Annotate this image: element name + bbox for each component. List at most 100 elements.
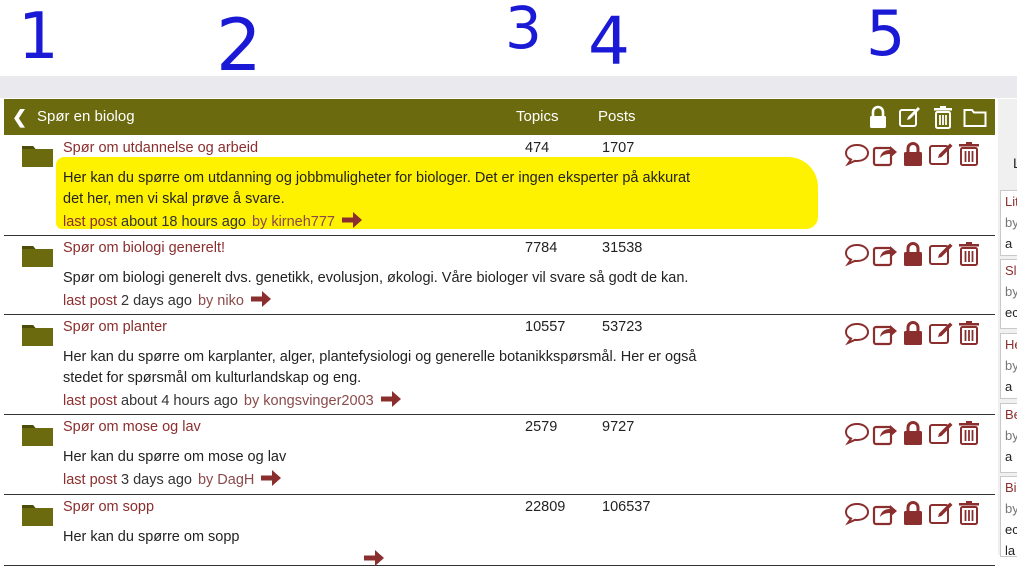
header-actions <box>866 105 991 129</box>
comment-icon[interactable] <box>844 420 872 446</box>
topics-count: 7784 <box>525 240 558 256</box>
description-line: Her kan du spørre om mose og lav <box>63 449 287 465</box>
annotation-5: 5 <box>866 0 905 70</box>
topics-count: 474 <box>525 140 550 156</box>
edit-icon[interactable] <box>928 141 956 165</box>
last-post-author[interactable]: by DagH <box>198 472 254 488</box>
trash-icon[interactable] <box>931 105 955 129</box>
row-actions <box>844 241 984 267</box>
row-actions <box>844 420 984 446</box>
forum-row: Spør om planter 10557 53723 Her kan du spør… <box>4 315 995 415</box>
last-post-author[interactable]: by kirneh777 <box>252 214 335 230</box>
go-to-post-arrow-icon[interactable] <box>260 469 282 491</box>
annotation-3: 3 <box>505 0 542 62</box>
last-post-author[interactable]: by kongsvinger2003 <box>244 393 374 409</box>
trash-icon[interactable] <box>956 141 984 166</box>
lock-icon[interactable] <box>900 141 928 166</box>
row-actions <box>844 320 984 346</box>
forum-name-link[interactable]: Spør om mose og lav <box>63 419 201 435</box>
share-icon[interactable] <box>872 420 900 446</box>
go-to-post-arrow-icon[interactable] <box>341 211 363 233</box>
forum-name-link[interactable]: Spør om biologi generelt! <box>63 240 225 256</box>
handwritten-annotations: 1 2 3 4 5 <box>0 0 1017 78</box>
sidebar-recent-item[interactable]: Lit by a <box>1000 190 1017 256</box>
forum-row: Spør om sopp 22809 106537 Her kan du spørre… <box>4 495 995 566</box>
edit-icon[interactable] <box>928 420 956 444</box>
share-icon[interactable] <box>872 241 900 267</box>
sidebar-recent-item[interactable]: Be by a <box>1000 403 1017 473</box>
annotation-4: 4 <box>588 3 630 78</box>
author-name[interactable]: niko <box>217 293 244 309</box>
forum-row: Spør om mose og lav 2579 9727 Her kan du sp… <box>4 415 995 495</box>
forum-description: Her kan du spørre om utdanning og jobbmu… <box>63 168 763 210</box>
last-post-time: about 4 hours ago <box>121 393 238 409</box>
share-icon[interactable] <box>872 320 900 346</box>
forum-panel: ❮ Spør en biolog Topics Posts Spør om ut… <box>4 99 995 566</box>
go-to-post-arrow-icon[interactable] <box>250 290 272 312</box>
go-to-post-arrow-icon[interactable] <box>363 549 385 571</box>
last-post-line: last post 2 days ago by niko <box>63 290 272 312</box>
comment-icon[interactable] <box>844 320 872 346</box>
posts-count: 53723 <box>602 319 643 335</box>
comment-icon[interactable] <box>844 141 872 167</box>
sidebar-text: Be <box>1005 407 1017 422</box>
sidebar-text: Sl <box>1005 263 1017 278</box>
sidebar-text: ec <box>1005 305 1017 320</box>
sidebar-text: by <box>1005 358 1017 373</box>
sidebar-text: He <box>1005 337 1017 352</box>
edit-icon[interactable] <box>928 320 956 344</box>
folder-outline-icon[interactable] <box>963 105 987 129</box>
description-line: Her kan du spørre om karplanter, alger, … <box>63 349 697 365</box>
topics-count: 22809 <box>525 499 566 515</box>
forum-name-link[interactable]: Spør om utdannelse og arbeid <box>63 140 258 156</box>
last-post-line <box>63 549 385 571</box>
category-title[interactable]: Spør en biolog <box>37 108 135 125</box>
edit-icon[interactable] <box>928 241 956 265</box>
description-line: Her kan du spørre om sopp <box>63 529 240 545</box>
go-to-post-arrow-icon[interactable] <box>380 390 402 412</box>
description-line: Her kan du spørre om utdanning og jobbmu… <box>63 170 691 186</box>
edit-icon[interactable] <box>898 105 922 129</box>
lock-icon[interactable] <box>900 320 928 345</box>
lock-icon[interactable] <box>900 420 928 445</box>
sidebar-text: ec <box>1005 522 1017 537</box>
lock-icon[interactable] <box>900 241 928 266</box>
folder-icon <box>22 143 53 167</box>
share-icon[interactable] <box>872 500 900 526</box>
sidebar-text: a <box>1005 449 1013 464</box>
trash-icon[interactable] <box>956 420 984 445</box>
forum-name-link[interactable]: Spør om planter <box>63 319 167 335</box>
trash-icon[interactable] <box>956 500 984 525</box>
forum-name-link[interactable]: Spør om sopp <box>63 499 154 515</box>
author-name[interactable]: kongsvinger2003 <box>263 393 373 409</box>
forum-description: Her kan du spørre om mose og lav <box>63 447 763 468</box>
author-name[interactable]: kirneh777 <box>271 214 335 230</box>
posts-count: 9727 <box>602 419 635 435</box>
edit-icon[interactable] <box>928 500 956 524</box>
last-post-line: last post about 18 hours ago by kirneh777 <box>63 211 363 233</box>
last-post-time: 3 days ago <box>121 472 192 488</box>
last-post-label: last post <box>63 293 117 309</box>
author-name[interactable]: DagH <box>217 472 254 488</box>
comment-icon[interactable] <box>844 241 872 267</box>
last-post-author[interactable]: by niko <box>198 293 244 309</box>
lock-icon[interactable] <box>866 105 890 129</box>
topics-count: 2579 <box>525 419 558 435</box>
trash-icon[interactable] <box>956 241 984 266</box>
row-actions <box>844 500 984 526</box>
lock-icon[interactable] <box>900 500 928 525</box>
sidebar-recent-item[interactable]: Bi by ec la <box>1000 476 1017 557</box>
sidebar-text: la <box>1005 543 1016 557</box>
share-icon[interactable] <box>872 141 900 167</box>
sidebar-text: Lit <box>1005 194 1017 209</box>
trash-icon[interactable] <box>956 320 984 345</box>
sidebar-recent-item[interactable]: Sl by ec <box>1000 259 1017 329</box>
back-chevron-icon[interactable]: ❮ <box>12 107 27 128</box>
sidebar-recent-item[interactable]: He by a <box>1000 333 1017 399</box>
forum-row: Spør om utdannelse og arbeid 474 1707 Her k… <box>4 136 995 236</box>
last-post-label: last post <box>63 214 117 230</box>
sidebar-text: a <box>1005 379 1013 394</box>
comment-icon[interactable] <box>844 500 872 526</box>
sidebar-top-text: L <box>1013 155 1017 171</box>
annotation-2: 2 <box>216 3 262 78</box>
